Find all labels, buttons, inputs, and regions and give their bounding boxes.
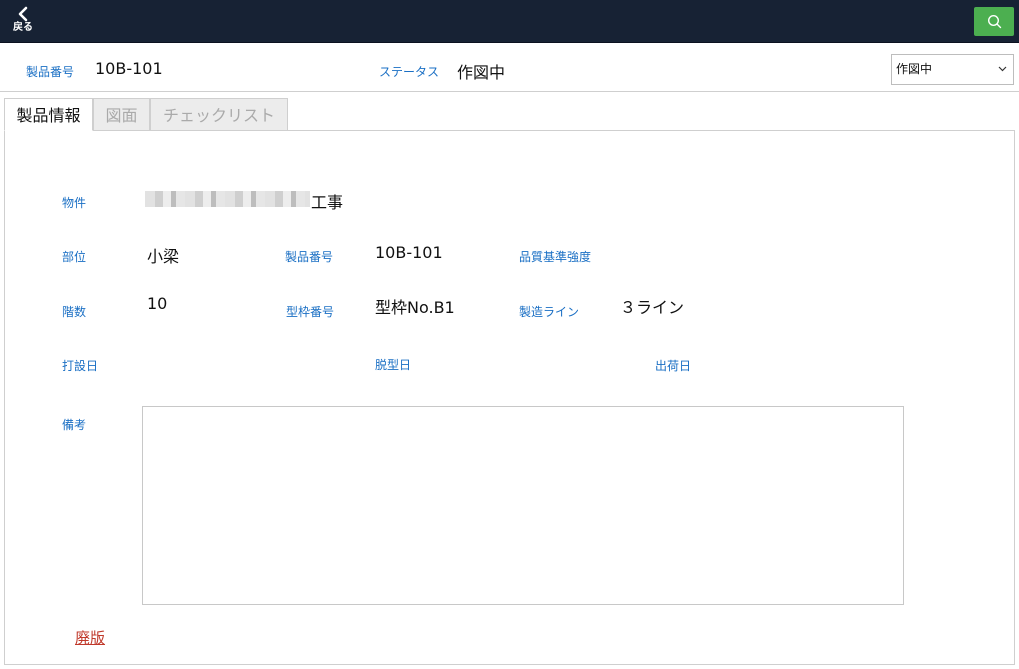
casting-date-label: 打設日 [62, 359, 99, 373]
demold-date-label: 脱型日 [375, 358, 412, 372]
search-button[interactable] [974, 7, 1014, 36]
floor-label: 階数 [62, 305, 87, 319]
property-value-suffix: 工事 [311, 193, 344, 212]
shipping-date-label: 出荷日 [655, 359, 692, 373]
production-line-value: ３ライン [620, 298, 685, 317]
mold-no-label: 型枠番号 [286, 305, 335, 319]
product-no-value: 10B-101 [375, 243, 443, 262]
top-bar: 戻る [0, 0, 1019, 43]
header-product-no-value: 10B-101 [95, 59, 163, 78]
back-label: 戻る [13, 22, 33, 33]
status-select[interactable]: 作図中 [891, 54, 1014, 85]
tab-checklist[interactable]: チェックリスト [150, 98, 288, 131]
header-product-no-label: 製品番号 [26, 65, 75, 79]
chevron-down-icon [998, 66, 1007, 72]
status-select-value: 作図中 [896, 62, 933, 76]
product-no-label: 製品番号 [285, 250, 334, 264]
memo-textarea[interactable] [142, 406, 904, 605]
quality-strength-label: 品質基準強度 [519, 250, 592, 264]
floor-value: 10 [147, 294, 168, 313]
tab-product-info[interactable]: 製品情報 [4, 98, 93, 131]
property-label: 物件 [62, 196, 87, 210]
back-button[interactable]: 戻る [8, 4, 38, 40]
header-status-value: 作図中 [457, 63, 506, 82]
obsolete-link[interactable]: 廃版 [75, 627, 105, 648]
header-status-label: ステータス [379, 65, 440, 79]
chevron-left-icon [18, 6, 28, 22]
part-value: 小梁 [147, 247, 180, 266]
production-line-label: 製造ライン [519, 305, 580, 319]
search-icon [987, 14, 1002, 29]
product-header: 製品番号 10B-101 ステータス 作図中 作図中 [0, 43, 1019, 92]
memo-label: 備考 [62, 418, 87, 432]
mold-no-value: 型枠No.B1 [375, 298, 455, 317]
tab-drawings[interactable]: 図面 [93, 98, 150, 131]
part-label: 部位 [62, 250, 87, 264]
redacted-property-name [145, 191, 310, 207]
